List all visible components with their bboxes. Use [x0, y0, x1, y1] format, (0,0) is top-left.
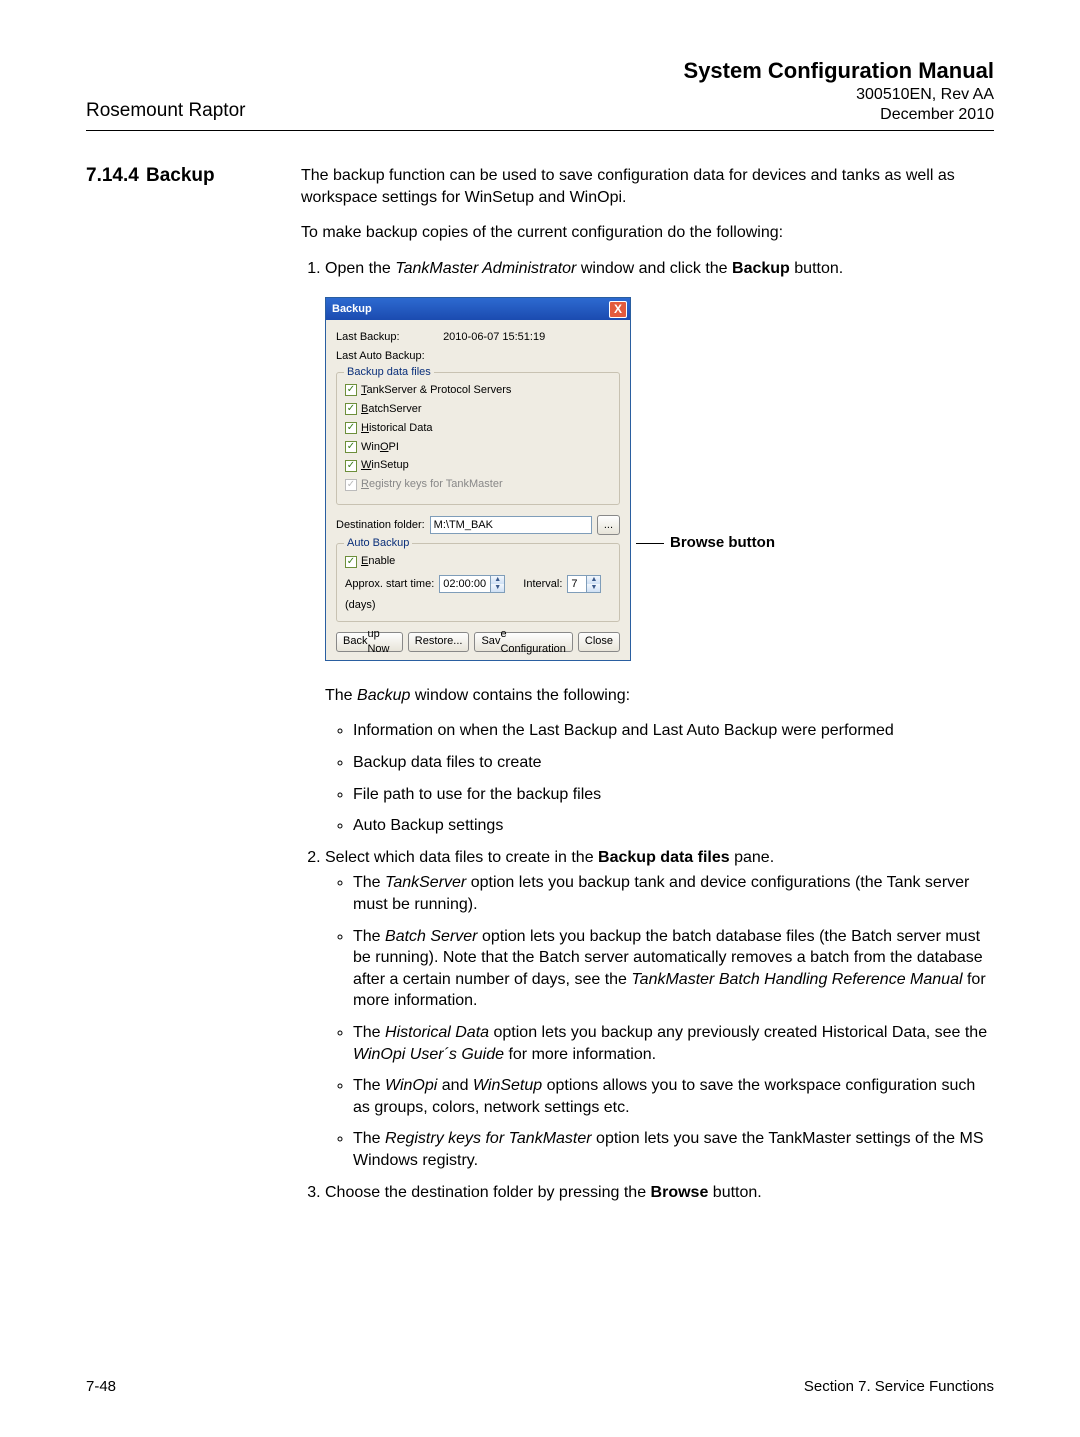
- figure: Backup X Last Backup: 2010-06-07 15:51:1…: [325, 297, 994, 660]
- chk-historical-row[interactable]: ✓ Historical Data: [345, 421, 611, 436]
- section-number: 7.14.4: [86, 165, 146, 187]
- chk-batchserver-label: BatchServer: [361, 402, 422, 417]
- last-auto-backup-row: Last Auto Backup:: [336, 349, 620, 364]
- checkbox-icon[interactable]: ✓: [345, 556, 357, 568]
- last-backup-value: 2010-06-07 15:51:19: [443, 331, 545, 343]
- chk-batchserver-row[interactable]: ✓ BatchServer: [345, 402, 611, 417]
- interval-spinner[interactable]: 7 ▲▼: [567, 575, 601, 593]
- list-item: The Historical Data option lets you back…: [353, 1022, 994, 1065]
- section-footer-label: Section 7. Service Functions: [804, 1378, 994, 1395]
- interval-input[interactable]: 7: [567, 575, 587, 593]
- last-backup-row: Last Backup: 2010-06-07 15:51:19: [336, 330, 620, 345]
- callout-line: [636, 543, 664, 544]
- approx-start-label: Approx. start time:: [345, 577, 434, 592]
- page-footer: 7-48 Section 7. Service Functions: [86, 1378, 994, 1395]
- interval-label: Interval:: [523, 577, 562, 592]
- spinner-buttons[interactable]: ▲▼: [587, 575, 601, 593]
- dialog-button-row: Backup Now Restore... Save Configuration…: [336, 632, 620, 652]
- list-item: The WinOpi and WinSetup options allows y…: [353, 1075, 994, 1118]
- chk-enable-label: Enable: [361, 554, 395, 569]
- step-2: Select which data files to create in the…: [325, 847, 994, 1172]
- intro-paragraph-1: The backup function can be used to save …: [301, 165, 994, 208]
- checkbox-icon[interactable]: ✓: [345, 384, 357, 396]
- spinner-buttons[interactable]: ▲▼: [491, 575, 505, 593]
- chk-registry-row: ✓ Registry keys for TankMaster: [345, 477, 611, 492]
- section-body: The backup function can be used to save …: [301, 165, 994, 1217]
- destination-label: Destination folder:: [336, 518, 425, 533]
- checkbox-icon[interactable]: ✓: [345, 403, 357, 415]
- doc-code: 300510EN, Rev AA: [684, 86, 994, 104]
- save-configuration-button[interactable]: Save Configuration: [474, 632, 572, 652]
- start-time-spinner[interactable]: 02:00:00 ▲▼: [439, 575, 505, 593]
- chk-winopi-label: WinOPI: [361, 440, 399, 455]
- page: Rosemount Raptor System Configuration Ma…: [0, 0, 1080, 1437]
- step-3: Choose the destination folder by pressin…: [325, 1182, 994, 1204]
- list-item: Auto Backup settings: [353, 815, 994, 837]
- chevron-down-icon[interactable]: ▼: [491, 584, 504, 592]
- intro-paragraph-2: To make backup copies of the current con…: [301, 222, 994, 244]
- after-figure-paragraph: The Backup window contains the following…: [325, 685, 994, 707]
- list-item: The TankServer option lets you backup ta…: [353, 872, 994, 915]
- dialog-title: Backup: [332, 302, 372, 317]
- backup-dialog: Backup X Last Backup: 2010-06-07 15:51:1…: [325, 297, 631, 660]
- checkbox-icon[interactable]: ✓: [345, 441, 357, 453]
- doc-title: System Configuration Manual: [684, 58, 994, 84]
- chk-tankserver-row[interactable]: ✓ TankServer & Protocol Servers: [345, 383, 611, 398]
- interval-unit: (days): [345, 598, 376, 613]
- list-item: File path to use for the backup files: [353, 784, 994, 806]
- list-item: Information on when the Last Backup and …: [353, 720, 994, 742]
- start-time-input[interactable]: 02:00:00: [439, 575, 491, 593]
- chevron-up-icon[interactable]: ▲: [587, 576, 600, 584]
- chk-registry-label: Registry keys for TankMaster: [361, 477, 503, 492]
- checkbox-icon: ✓: [345, 479, 357, 491]
- chk-tankserver-label: TankServer & Protocol Servers: [361, 383, 511, 398]
- last-auto-backup-label: Last Auto Backup:: [336, 349, 440, 364]
- doc-date: December 2010: [684, 106, 994, 124]
- chk-winopi-row[interactable]: ✓ WinOPI: [345, 440, 611, 455]
- last-backup-label: Last Backup:: [336, 330, 440, 345]
- list-item: Backup data files to create: [353, 752, 994, 774]
- callout-text: Browse button: [670, 533, 775, 553]
- backup-data-files-group: Backup data files ✓ TankServer & Protoco…: [336, 372, 620, 505]
- chk-winsetup-label: WinSetup: [361, 458, 409, 473]
- checkbox-icon[interactable]: ✓: [345, 422, 357, 434]
- dialog-titlebar[interactable]: Backup X: [326, 298, 630, 320]
- destination-row: Destination folder: M:\TM_BAK ...: [336, 515, 620, 535]
- callout: Browse button: [636, 533, 775, 553]
- step-1: Open the TankMaster Administrator window…: [325, 258, 994, 837]
- section: 7.14.4 Backup The backup function can be…: [86, 165, 994, 1217]
- auto-time-row: Approx. start time: 02:00:00 ▲▼ Interval…: [345, 575, 611, 613]
- browse-button[interactable]: ...: [597, 515, 620, 535]
- doc-info: System Configuration Manual 300510EN, Re…: [684, 58, 994, 124]
- chk-enable-row[interactable]: ✓ Enable: [345, 554, 611, 569]
- group-legend: Auto Backup: [344, 536, 412, 551]
- close-button[interactable]: Close: [578, 632, 620, 652]
- product-name: Rosemount Raptor: [86, 100, 245, 124]
- list-item: The Batch Server option lets you backup …: [353, 926, 994, 1012]
- chevron-up-icon[interactable]: ▲: [491, 576, 504, 584]
- section-title: Backup: [146, 165, 301, 187]
- checkbox-icon[interactable]: ✓: [345, 460, 357, 472]
- destination-input[interactable]: M:\TM_BAK: [430, 516, 592, 534]
- page-number: 7-48: [86, 1378, 116, 1395]
- list-item: The Registry keys for TankMaster option …: [353, 1128, 994, 1171]
- restore-button[interactable]: Restore...: [408, 632, 470, 652]
- chevron-down-icon[interactable]: ▼: [587, 584, 600, 592]
- chk-winsetup-row[interactable]: ✓ WinSetup: [345, 458, 611, 473]
- dialog-body: Last Backup: 2010-06-07 15:51:19 Last Au…: [326, 320, 630, 659]
- page-header: Rosemount Raptor System Configuration Ma…: [86, 58, 994, 131]
- chk-historical-label: Historical Data: [361, 421, 433, 436]
- auto-backup-group: Auto Backup ✓ Enable Approx. start time:: [336, 543, 620, 622]
- close-icon[interactable]: X: [609, 301, 627, 318]
- backup-now-button[interactable]: Backup Now: [336, 632, 403, 652]
- group-legend: Backup data files: [344, 365, 434, 380]
